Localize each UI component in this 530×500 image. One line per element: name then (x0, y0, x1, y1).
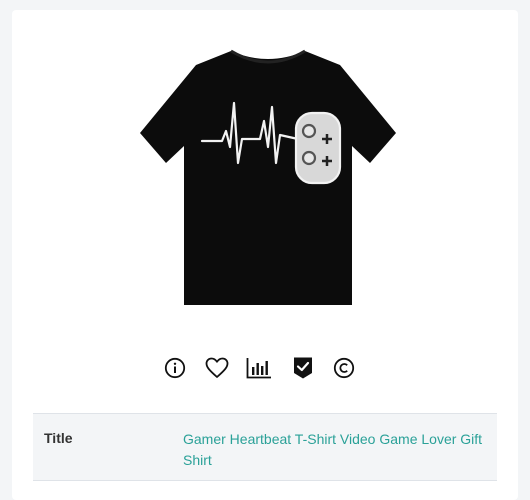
product-card: Title Gamer Heartbeat T-Shirt Video Game… (12, 10, 518, 500)
action-bar (162, 355, 362, 381)
copyright-button[interactable] (331, 355, 357, 381)
tshirt-shape (140, 51, 396, 305)
bar-chart-icon (246, 358, 271, 379)
verified-button[interactable] (290, 355, 316, 381)
heart-icon (205, 357, 229, 378)
controller-print (294, 111, 342, 185)
details-row-value-link[interactable]: Gamer Heartbeat T-Shirt Video Game Lover… (183, 429, 483, 471)
details-row-title: Title Gamer Heartbeat T-Shirt Video Game… (33, 414, 497, 481)
info-icon (164, 357, 186, 379)
info-button[interactable] (162, 355, 188, 381)
product-details-table: Title Gamer Heartbeat T-Shirt Video Game… (33, 413, 497, 481)
shield-check-icon (294, 357, 312, 379)
copyright-icon (333, 357, 355, 379)
product-image[interactable] (138, 43, 398, 308)
stats-button[interactable] (246, 355, 272, 381)
details-row-label: Title (44, 430, 73, 446)
favorite-button[interactable] (204, 355, 230, 381)
